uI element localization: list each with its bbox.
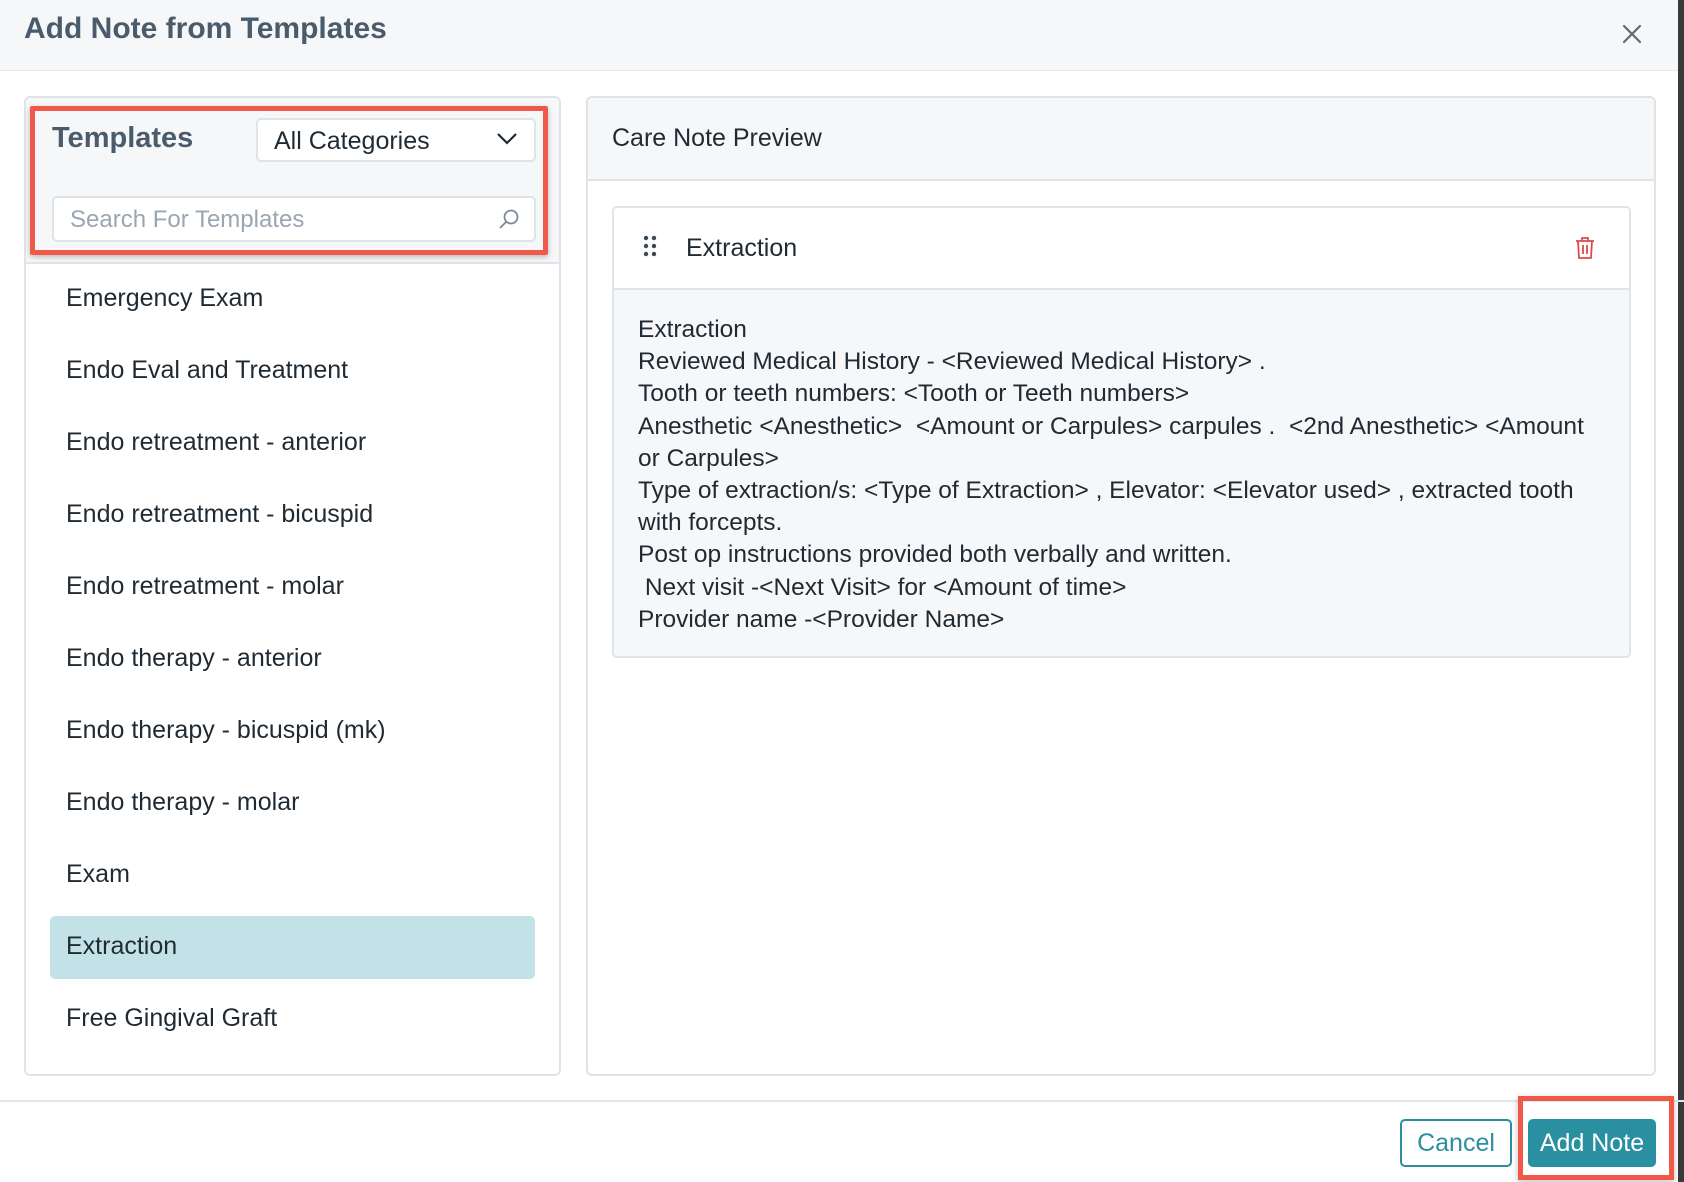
template-list-item-label: Exam — [66, 860, 130, 888]
note-card-header: Extraction — [614, 208, 1629, 290]
search-box — [52, 196, 536, 242]
template-list-item[interactable]: Endo Eval and Treatment — [50, 340, 535, 403]
template-list-item[interactable]: Endo therapy - molar — [50, 772, 535, 835]
templates-panel-header: Templates All Categories — [26, 98, 559, 264]
search-input[interactable] — [68, 205, 492, 235]
note-body: Extraction Reviewed Medical History - <Re… — [638, 314, 1608, 636]
template-list-item[interactable]: Extraction — [50, 916, 535, 979]
cancel-button[interactable]: Cancel — [1400, 1119, 1512, 1167]
template-list-item-label: Endo therapy - bicuspid (mk) — [66, 716, 386, 744]
footer-divider — [0, 1100, 1684, 1102]
template-list-item-label: Emergency Exam — [66, 284, 264, 312]
drag-handle-icon[interactable] — [642, 234, 658, 258]
note-card-title: Extraction — [686, 234, 798, 262]
preview-title: Care Note Preview — [612, 124, 822, 152]
template-list-item-label: Endo therapy - anterior — [66, 644, 322, 672]
template-list-item[interactable]: Exam — [50, 844, 535, 907]
note-body-line: Extraction — [638, 316, 747, 343]
note-body-line: Type of extraction/s: <Type of Extractio… — [638, 477, 1581, 537]
template-list-item[interactable]: Endo therapy - bicuspid (mk) — [50, 700, 535, 763]
template-list: Emergency Exam Endo Eval and Treatment End… — [26, 264, 559, 1074]
template-list-item[interactable]: Endo retreatment - molar — [50, 556, 535, 619]
close-button[interactable] — [1614, 16, 1650, 52]
page-scrollbar[interactable] — [1678, 0, 1684, 1182]
template-list-item-label: Endo retreatment - bicuspid — [66, 500, 374, 528]
note-body-line: Next visit -<Next Visit> for <Amount of … — [638, 573, 1127, 601]
templates-heading: Templates — [52, 122, 194, 154]
template-list-item-label: Endo retreatment - molar — [66, 572, 344, 600]
template-list-item[interactable]: Endo retreatment - anterior — [50, 412, 535, 475]
note-card: Extraction Extraction Reviewed Medical Hi… — [612, 206, 1631, 658]
template-list-item-label: Extraction — [66, 932, 178, 960]
note-body-line: Provider name -<Provider Name> — [638, 605, 1005, 633]
chevron-down-icon — [497, 133, 517, 145]
category-select[interactable]: All Categories — [256, 118, 536, 162]
preview-panel-header: Care Note Preview — [588, 98, 1654, 181]
note-body-line: Post op instructions provided both verba… — [638, 541, 1232, 569]
template-list-item[interactable]: Endo retreatment - bicuspid — [50, 484, 535, 547]
templates-panel: Templates All Categories Emergency ExamE… — [24, 96, 561, 1076]
template-list-item-label: Free Gingival Graft — [66, 1004, 278, 1032]
care-note-preview-panel: Care Note Preview Extraction Extraction R… — [586, 96, 1656, 1076]
note-body-line: Anesthetic <Anesthetic> <Amount or Carpu… — [638, 412, 1591, 472]
add-note-button[interactable]: Add Note — [1528, 1119, 1656, 1167]
modal-title: Add Note from Templates — [24, 12, 387, 45]
search-icon[interactable] — [498, 208, 520, 230]
template-list-item[interactable]: Free Gingival Graft — [50, 988, 535, 1051]
template-list-item[interactable]: Endo therapy - anterior — [50, 628, 535, 691]
template-list-item-label: Endo Eval and Treatment — [66, 356, 349, 384]
modal-header: Add Note from Templates — [0, 0, 1684, 71]
close-icon — [1622, 24, 1642, 44]
trash-icon[interactable] — [1575, 236, 1595, 260]
template-list-item-label: Endo therapy - molar — [66, 788, 300, 816]
template-list-item[interactable]: Emergency Exam — [50, 268, 535, 331]
template-list-item-label: Endo retreatment - anterior — [66, 428, 367, 456]
note-body-line: Tooth or teeth numbers: <Tooth or Teeth … — [638, 380, 1190, 408]
category-select-value: All Categories — [274, 127, 430, 155]
note-body-line: Reviewed Medical History - <Reviewed Med… — [638, 348, 1266, 376]
